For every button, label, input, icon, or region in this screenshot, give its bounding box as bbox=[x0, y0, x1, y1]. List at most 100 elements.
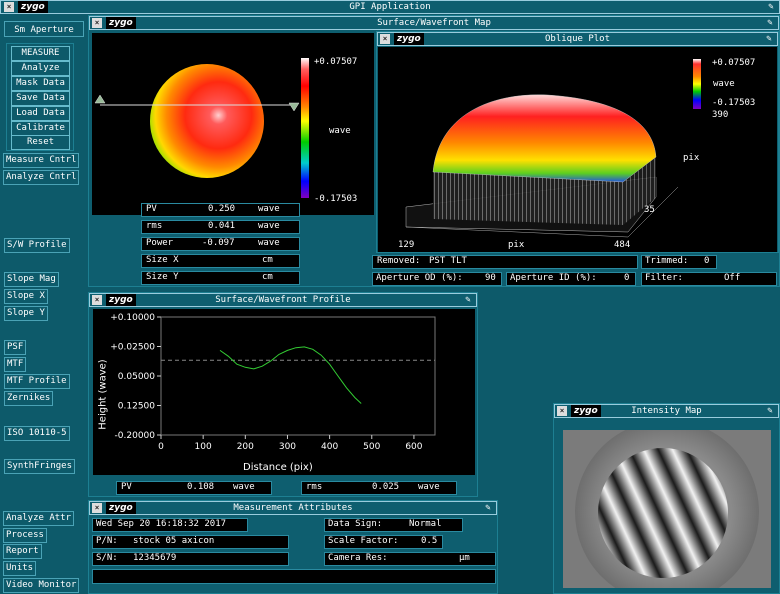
pn-field[interactable]: P/N: stock 05 axicon bbox=[92, 535, 289, 549]
aperture-id-field: Aperture ID (%): 0 bbox=[506, 272, 636, 286]
analyze-button[interactable]: Analyze bbox=[11, 61, 70, 76]
x-tick-label: 100 bbox=[195, 442, 212, 452]
scale-max-label: +0.07507 bbox=[314, 57, 358, 67]
pin-icon[interactable]: ✎ bbox=[463, 295, 473, 305]
x-axis-label: Distance (pix) bbox=[243, 462, 313, 473]
plot-frame bbox=[160, 316, 436, 436]
save-data-button[interactable]: Save Data bbox=[11, 91, 70, 106]
zernikes-button[interactable]: Zernikes bbox=[4, 391, 54, 406]
oblique-y-axis-value: 35 bbox=[644, 205, 655, 215]
profile-window: × zygo Surface/Wavefront Profile ✎ +0.10… bbox=[88, 292, 478, 497]
measure-cntrl-button[interactable]: Measure Cntrl bbox=[3, 153, 80, 168]
oblique-scale-min: -0.17503 bbox=[712, 98, 756, 108]
slope-y-button[interactable]: Slope Y bbox=[4, 306, 48, 321]
attributes-window: × zygo Measurement Attributes ✎ Wed Sep … bbox=[88, 500, 498, 594]
removed-field: Removed: PST TLT bbox=[372, 255, 638, 269]
pin-icon[interactable]: ✎ bbox=[766, 2, 776, 12]
profile-plot[interactable]: +0.10000 +0.02500 0.05000 0.12500 -0.20000 0 1… bbox=[93, 309, 475, 475]
surface-map-disk bbox=[150, 64, 264, 178]
comment-field[interactable] bbox=[92, 569, 496, 584]
sm-aperture-button[interactable]: Sm Aperture bbox=[4, 21, 84, 37]
oblique-x-axis-min: 129 bbox=[398, 240, 415, 250]
intensity-svg bbox=[575, 430, 759, 588]
synthfringes-button[interactable]: SynthFringes bbox=[4, 459, 76, 474]
attributes-titlebar: × zygo Measurement Attributes ✎ bbox=[89, 501, 497, 515]
measure-button[interactable]: MEASURE bbox=[11, 46, 70, 61]
profile-pv-field: PV 0.108 wave bbox=[116, 481, 272, 495]
oblique-surface bbox=[432, 94, 657, 183]
pin-icon[interactable]: ✎ bbox=[765, 406, 775, 416]
x-tick-label: 0 bbox=[158, 442, 164, 452]
y-tick-label: -0.20000 bbox=[115, 431, 156, 441]
profile-titlebar: × zygo Surface/Wavefront Profile ✎ bbox=[89, 293, 477, 307]
intensity-titlebar: × zygo Intensity Map ✎ bbox=[554, 404, 779, 418]
date-field: Wed Sep 20 16:18:32 2017 bbox=[92, 518, 248, 532]
oblique-x-axis-label: pix bbox=[508, 240, 525, 250]
app-title: GPI Application bbox=[349, 2, 431, 12]
analyze-cntrl-button[interactable]: Analyze Cntrl bbox=[3, 170, 80, 185]
x-tick-label: 600 bbox=[405, 442, 422, 452]
pin-icon[interactable]: ✎ bbox=[483, 503, 493, 513]
profile-chart-svg: +0.10000 +0.02500 0.05000 0.12500 -0.200000 1… bbox=[110, 313, 436, 452]
x-tick-label: 300 bbox=[279, 442, 296, 452]
report-button[interactable]: Report bbox=[3, 544, 42, 559]
oblique-y-axis-label: pix bbox=[683, 153, 700, 163]
x-tick-label: 200 bbox=[237, 442, 254, 452]
oblique-plot-area[interactable]: +0.07507 wave -0.17503 390 pix 35 129 pi… bbox=[378, 47, 777, 252]
app-title-bar: × zygo GPI Application ✎ bbox=[0, 0, 780, 14]
oblique-plot-titlebar: × zygo Oblique Plot ✎ bbox=[377, 32, 778, 46]
y-axis-label: Height (wave) bbox=[97, 359, 109, 430]
mtf-button[interactable]: MTF bbox=[4, 357, 27, 372]
profile-end-marker bbox=[288, 102, 300, 112]
y-tick-label: 0.12500 bbox=[118, 402, 155, 412]
surface-map-plot[interactable]: +0.07507 wave -0.17503 bbox=[92, 33, 374, 215]
analyze-attr-button[interactable]: Analyze Attr bbox=[3, 511, 75, 526]
load-data-button[interactable]: Load Data bbox=[11, 106, 70, 121]
sidebar: Sm Aperture MEASURE Analyze Mask Data Sa… bbox=[0, 15, 88, 594]
data-sign-field: Data Sign: Normal bbox=[324, 518, 463, 532]
mask-data-button[interactable]: Mask Data bbox=[11, 76, 70, 91]
profile-title: Surface/Wavefront Profile bbox=[215, 295, 351, 305]
trimmed-field: Trimmed: 0 bbox=[641, 255, 717, 269]
y-tick-label: 0.05000 bbox=[118, 372, 155, 382]
intensity-image[interactable] bbox=[563, 430, 771, 588]
calibrate-button[interactable]: Calibrate bbox=[11, 121, 70, 136]
pin-icon[interactable]: ✎ bbox=[765, 18, 775, 28]
color-scale-bar bbox=[301, 58, 309, 198]
slope-x-button[interactable]: Slope X bbox=[4, 289, 48, 304]
scale-unit-label: wave bbox=[329, 126, 351, 136]
x-tick-label: 500 bbox=[363, 442, 380, 452]
sw-profile-button[interactable]: S/W Profile bbox=[4, 238, 70, 253]
oblique-plot-window: × zygo Oblique Plot ✎ +0.07507 wave -0.1… bbox=[376, 31, 779, 253]
profile-rms-field: rms 0.025 wave bbox=[301, 481, 457, 495]
result-rms: rms 0.041 wave bbox=[141, 220, 300, 234]
process-button[interactable]: Process bbox=[3, 528, 47, 543]
camera-res-field: Camera Res: µm bbox=[324, 552, 496, 566]
result-size-y: Size Ycm bbox=[141, 271, 300, 285]
surface-map-window: × zygo Surface/Wavefront Map ✎ +0.07507 … bbox=[88, 15, 780, 287]
slope-mag-button[interactable]: Slope Mag bbox=[4, 272, 59, 287]
iso-10110-5-button[interactable]: ISO 10110-5 bbox=[4, 426, 70, 441]
reset-button[interactable]: Reset bbox=[11, 135, 70, 150]
profile-start-marker bbox=[94, 94, 106, 104]
result-pv: PV 0.250 wave bbox=[141, 203, 300, 217]
oblique-plot-title: Oblique Plot bbox=[544, 34, 611, 44]
psf-button[interactable]: PSF bbox=[4, 340, 27, 355]
units-button[interactable]: Units bbox=[3, 561, 37, 576]
aperture-od-field: Aperture OD (%): 90 bbox=[372, 272, 502, 286]
y-tick-label: +0.10000 bbox=[110, 313, 155, 323]
pin-icon[interactable]: ✎ bbox=[764, 34, 774, 44]
sn-field[interactable]: S/N: 12345679 bbox=[92, 552, 289, 566]
y-tick-label: +0.02500 bbox=[110, 343, 155, 353]
surface-map-titlebar: × zygo Surface/Wavefront Map ✎ bbox=[89, 16, 779, 30]
surface-map-title: Surface/Wavefront Map bbox=[377, 18, 491, 28]
oblique-scale-max: +0.07507 bbox=[712, 58, 756, 68]
oblique-scale-extra: 390 bbox=[712, 110, 729, 120]
oblique-plot-svg bbox=[405, 59, 701, 238]
video-monitor-button[interactable]: Video Monitor bbox=[3, 578, 80, 593]
result-size-x: Size Xcm bbox=[141, 254, 300, 268]
filter-field: Filter: Off bbox=[641, 272, 777, 286]
fringe-disk bbox=[598, 448, 728, 578]
mtf-profile-button[interactable]: MTF Profile bbox=[4, 374, 70, 389]
profile-series-line bbox=[219, 346, 362, 404]
